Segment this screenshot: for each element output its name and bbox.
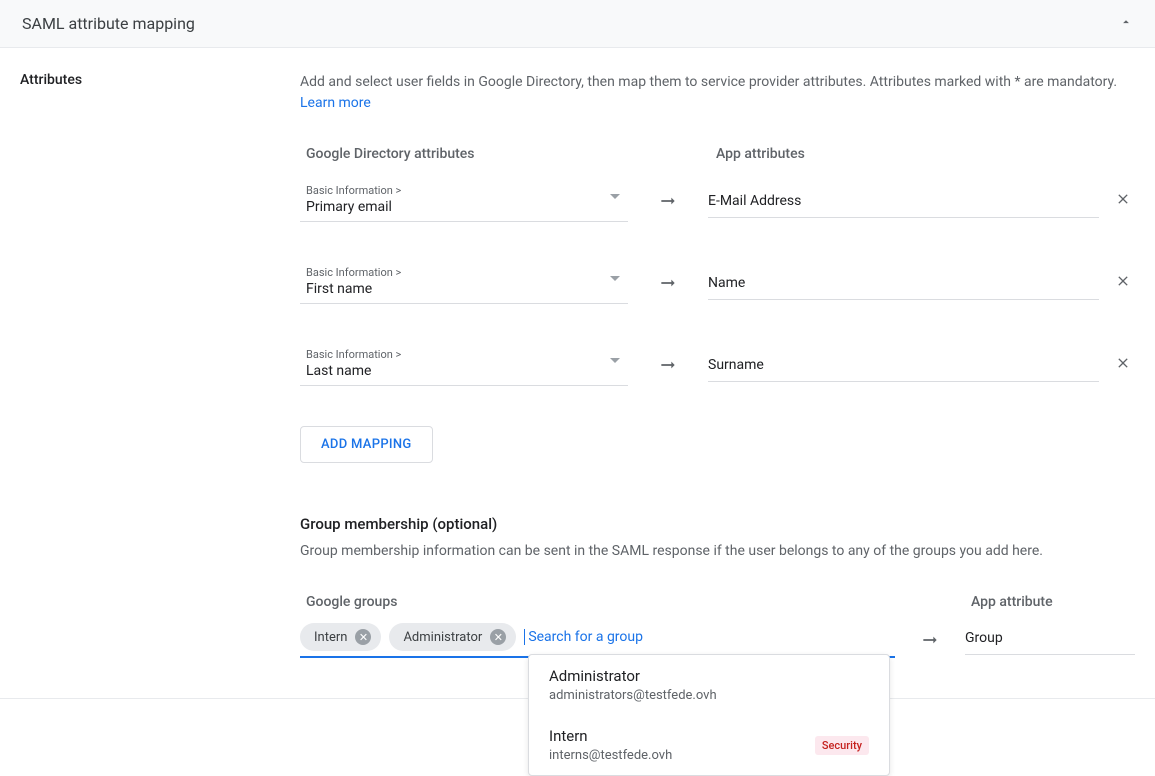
attribute-category: Basic Information > bbox=[306, 266, 622, 279]
group-chips-input[interactable]: Intern ✕ Administrator ✕ bbox=[300, 622, 895, 658]
google-attribute-select[interactable]: Basic Information > Last name bbox=[300, 344, 628, 386]
group-app-column: App attribute bbox=[965, 594, 1135, 655]
arrow-right-icon bbox=[628, 273, 708, 293]
google-attribute-select[interactable]: Basic Information > First name bbox=[300, 262, 628, 304]
dropdown-item[interactable]: Administrator administrators@testfede.ov… bbox=[529, 655, 889, 715]
arrow-right-icon bbox=[628, 355, 708, 375]
columns-header: Google Directory attributes App attribut… bbox=[300, 146, 1135, 162]
add-mapping-button[interactable]: ADD MAPPING bbox=[300, 426, 433, 463]
dropdown-item[interactable]: Intern interns@testfede.ovh Security bbox=[529, 715, 889, 775]
google-column-header: Google Directory attributes bbox=[300, 146, 636, 162]
dropdown-item-email: interns@testfede.ovh bbox=[549, 748, 672, 763]
arrow-right-icon bbox=[895, 594, 965, 650]
chevron-down-icon bbox=[610, 276, 620, 281]
right-column: Add and select user fields in Google Dir… bbox=[300, 72, 1135, 658]
google-attribute-select[interactable]: Basic Information > Primary email bbox=[300, 180, 628, 222]
app-attribute-input[interactable] bbox=[708, 185, 1099, 218]
mapping-row: Basic Information > First name bbox=[300, 262, 1135, 304]
chip-label: Administrator bbox=[403, 630, 482, 645]
chevron-down-icon bbox=[610, 358, 620, 363]
chevron-down-icon bbox=[610, 194, 620, 199]
group-chip: Administrator ✕ bbox=[389, 623, 516, 651]
description-text: Add and select user fields in Google Dir… bbox=[300, 72, 1135, 114]
group-columns: Google groups Intern ✕ Administrator ✕ bbox=[300, 594, 1135, 658]
security-badge: Security bbox=[815, 736, 869, 755]
attribute-value: Primary email bbox=[306, 199, 622, 215]
chip-label: Intern bbox=[314, 630, 347, 645]
app-attribute-wrapper bbox=[708, 349, 1135, 382]
left-column: Attributes bbox=[20, 72, 300, 658]
dropdown-item-name: Intern bbox=[549, 727, 672, 745]
app-attribute-wrapper bbox=[708, 267, 1135, 300]
attribute-category: Basic Information > bbox=[306, 348, 622, 361]
dropdown-item-name: Administrator bbox=[549, 667, 717, 685]
chip-remove-icon[interactable]: ✕ bbox=[490, 629, 506, 645]
app-attribute-wrapper bbox=[708, 185, 1135, 218]
arrow-right-icon bbox=[628, 191, 708, 211]
group-chip: Intern ✕ bbox=[300, 623, 381, 651]
panel-body: Attributes Add and select user fields in… bbox=[0, 48, 1155, 699]
panel-title: SAML attribute mapping bbox=[22, 14, 195, 33]
group-dropdown-menu: Administrator administrators@testfede.ov… bbox=[528, 654, 890, 776]
remove-mapping-button[interactable] bbox=[1111, 273, 1135, 293]
group-membership-section: Group membership (optional) Group member… bbox=[300, 515, 1135, 658]
mapping-row: Basic Information > Last name bbox=[300, 344, 1135, 386]
attribute-category: Basic Information > bbox=[306, 184, 622, 197]
chip-remove-icon[interactable]: ✕ bbox=[355, 629, 371, 645]
group-app-attribute-input[interactable] bbox=[965, 622, 1135, 655]
section-label: Attributes bbox=[20, 72, 300, 88]
mapping-section: Google Directory attributes App attribut… bbox=[300, 146, 1135, 463]
description-content: Add and select user fields in Google Dir… bbox=[300, 74, 1117, 90]
panel-header[interactable]: SAML attribute mapping bbox=[0, 0, 1155, 48]
learn-more-link[interactable]: Learn more bbox=[300, 95, 371, 111]
attribute-value: First name bbox=[306, 281, 622, 297]
dropdown-item-email: administrators@testfede.ovh bbox=[549, 688, 717, 703]
app-attribute-input[interactable] bbox=[708, 267, 1099, 300]
remove-mapping-button[interactable] bbox=[1111, 191, 1135, 211]
collapse-icon[interactable] bbox=[1119, 15, 1133, 33]
group-section-description: Group membership information can be sent… bbox=[300, 541, 1135, 562]
google-groups-column: Google groups Intern ✕ Administrator ✕ bbox=[300, 594, 895, 658]
app-column-header: App attributes bbox=[716, 146, 1135, 162]
attribute-value: Last name bbox=[306, 363, 622, 379]
app-attribute-input[interactable] bbox=[708, 349, 1099, 382]
google-groups-label: Google groups bbox=[300, 594, 895, 610]
group-section-title: Group membership (optional) bbox=[300, 515, 1135, 533]
remove-mapping-button[interactable] bbox=[1111, 355, 1135, 375]
group-search-input[interactable] bbox=[524, 629, 895, 645]
group-app-label: App attribute bbox=[965, 594, 1135, 610]
mapping-row: Basic Information > Primary email bbox=[300, 180, 1135, 222]
